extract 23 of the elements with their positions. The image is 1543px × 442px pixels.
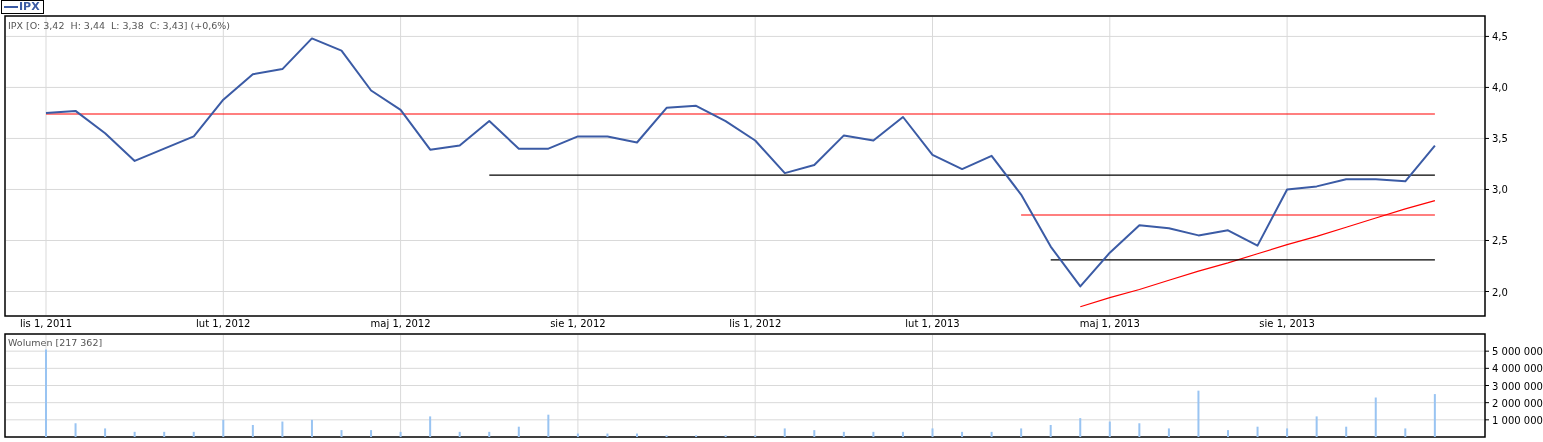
x-axis-label: sie 1, 2012 xyxy=(550,318,606,329)
y-axis-label: 4,5 xyxy=(1492,31,1508,43)
y-axis-label: 5 000 000 xyxy=(1492,346,1543,358)
x-axis-label: lut 1, 2013 xyxy=(905,318,960,329)
y-axis-label: 1 000 000 xyxy=(1492,414,1543,426)
volume-info-text: Wolumen [217 362] xyxy=(8,337,103,348)
x-axis-label: lis 1, 2011 xyxy=(19,318,73,329)
x-axis-label: maj 1, 2012 xyxy=(370,318,431,329)
legend-label: IPX xyxy=(19,1,40,13)
x-axis-label: sie 1, 2013 xyxy=(1259,318,1315,329)
line-swatch-icon xyxy=(4,5,18,9)
price-info-text: IPX [O: 3,42 H: 3,44 L: 3,38 C: 3,43] (+0,6%) xyxy=(8,20,230,31)
y-axis-label: 2 000 000 xyxy=(1492,397,1543,409)
y-axis-label: 2,5 xyxy=(1492,235,1508,247)
y-axis-label: 2,0 xyxy=(1492,286,1508,298)
y-axis-label: 3,0 xyxy=(1492,184,1508,196)
x-axis-label: lis 1, 2012 xyxy=(729,318,782,329)
x-axis-label: lut 1, 2012 xyxy=(196,318,251,329)
y-axis-label: 4,0 xyxy=(1492,82,1508,94)
y-axis-label: 3,5 xyxy=(1492,133,1508,145)
y-axis-label: 3 000 000 xyxy=(1492,380,1543,392)
x-axis-label: maj 1, 2013 xyxy=(1079,318,1140,329)
y-axis-label: 4 000 000 xyxy=(1492,363,1543,375)
